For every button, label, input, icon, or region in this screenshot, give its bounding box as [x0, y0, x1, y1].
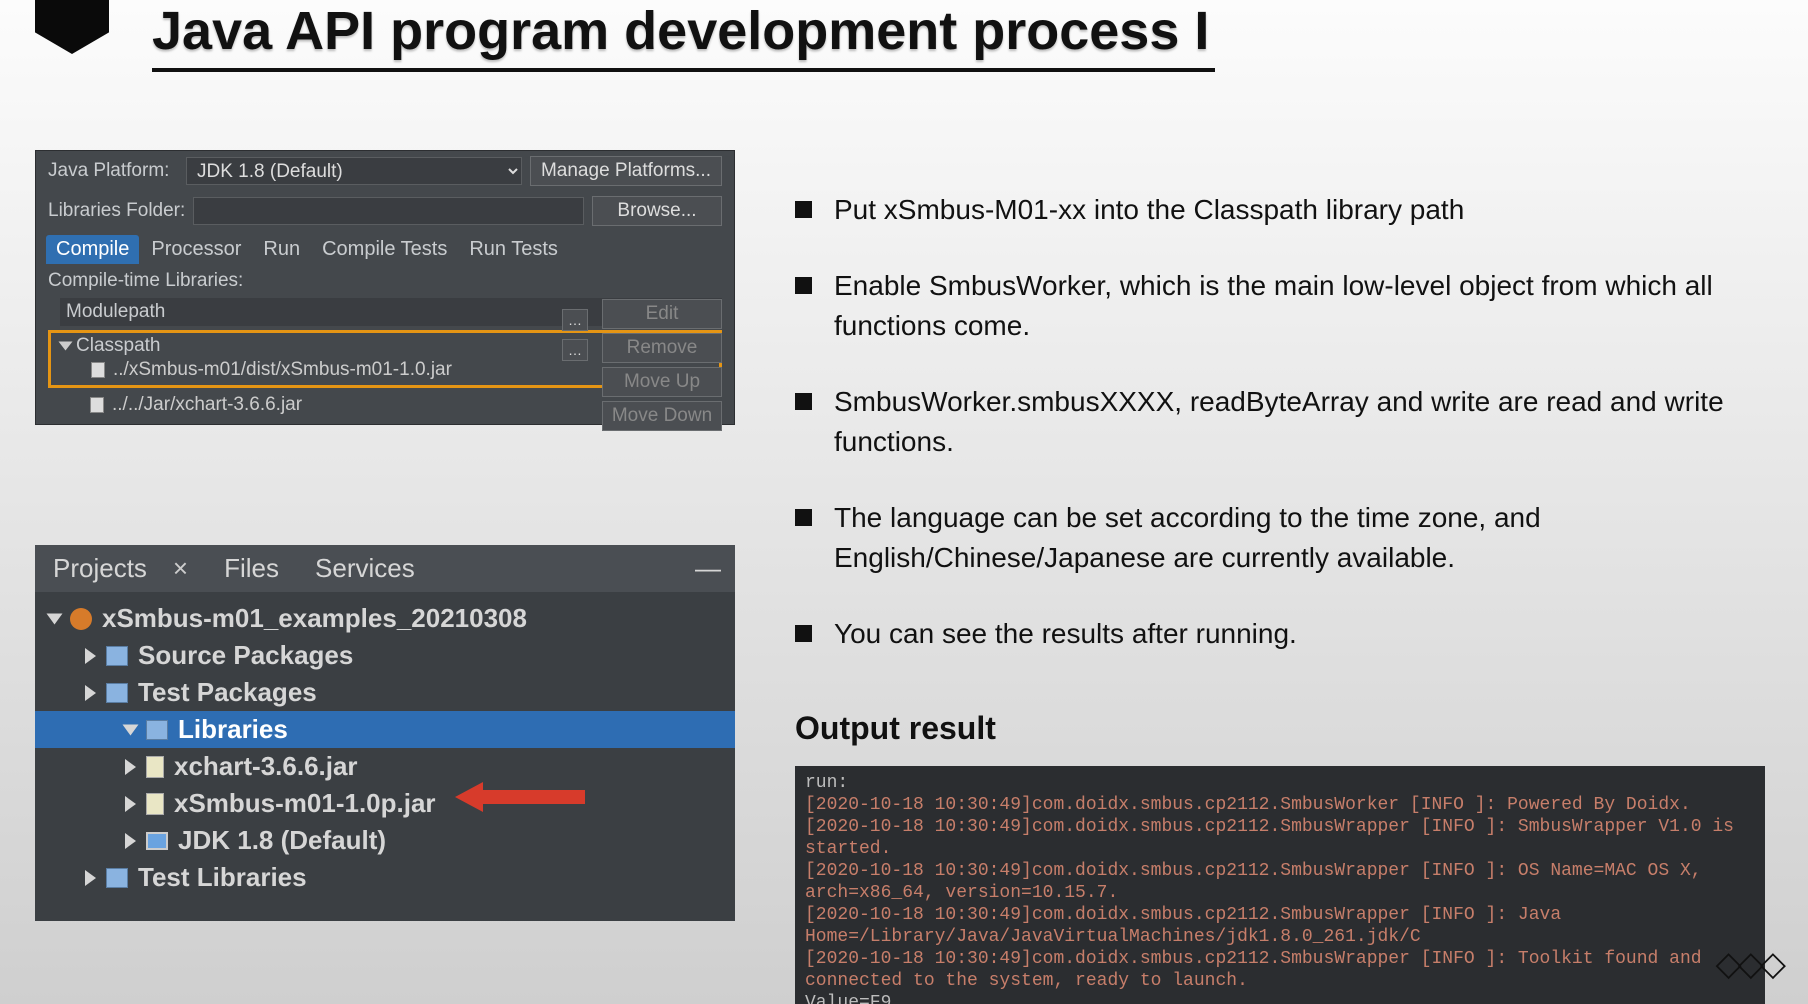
- projects-panel: Projects× Files Services — xSmbus-m01_ex…: [35, 545, 735, 921]
- java-platform-select[interactable]: JDK 1.8 (Default): [186, 157, 522, 185]
- square-bullet-icon: [795, 509, 812, 526]
- chevron-right-icon: [125, 833, 136, 849]
- library-icon: [106, 868, 128, 888]
- projects-tabs: Projects× Files Services —: [35, 545, 735, 592]
- console-line: [2020-10-18 10:30:49]com.doidx.smbus.cp2…: [805, 904, 1755, 948]
- tab-run-tests[interactable]: Run Tests: [459, 235, 568, 264]
- browse-button[interactable]: Browse...: [592, 196, 722, 226]
- chevron-down-icon: [123, 724, 139, 735]
- more-button[interactable]: …: [562, 339, 588, 361]
- chevron-right-icon: [125, 759, 136, 775]
- tab-compile-tests[interactable]: Compile Tests: [312, 235, 457, 264]
- jar-icon: [146, 793, 164, 815]
- move-up-button[interactable]: Move Up: [602, 367, 722, 397]
- console-line: [2020-10-18 10:30:49]com.doidx.smbus.cp2…: [805, 860, 1755, 904]
- library-jar-node[interactable]: xSmbus-m01-1.0p.jar: [41, 785, 729, 822]
- more-button[interactable]: …: [562, 309, 588, 331]
- square-bullet-icon: [795, 201, 812, 218]
- square-bullet-icon: [795, 625, 812, 642]
- library-icon: [146, 720, 168, 740]
- minimize-icon[interactable]: —: [681, 545, 735, 592]
- libraries-folder-input[interactable]: [193, 197, 584, 225]
- title-badge-icon: [35, 0, 109, 54]
- expand-icon: [59, 341, 73, 350]
- jar-icon: [90, 397, 104, 413]
- callout-arrow-icon: [455, 780, 585, 814]
- java-platform-label: Java Platform:: [48, 160, 178, 182]
- chevron-right-icon: [85, 685, 96, 701]
- library-jar-node[interactable]: xchart-3.6.6.jar: [41, 748, 729, 785]
- jdk-node[interactable]: JDK 1.8 (Default): [41, 822, 729, 859]
- bullet-item: SmbusWorker.smbusXXXX, readByteArray and…: [795, 382, 1748, 462]
- console-line: run:: [805, 772, 1755, 794]
- tab-processor[interactable]: Processor: [141, 235, 251, 264]
- libraries-folder-label: Libraries Folder:: [48, 200, 185, 222]
- tab-files[interactable]: Files: [206, 545, 297, 592]
- slide: Java API program development process I J…: [0, 0, 1808, 1004]
- console-line: [2020-10-18 10:30:49]com.doidx.smbus.cp2…: [805, 948, 1755, 992]
- chevron-right-icon: [85, 648, 96, 664]
- bullet-item: The language can be set according to the…: [795, 498, 1748, 578]
- tab-projects[interactable]: Projects: [35, 545, 165, 592]
- move-down-button[interactable]: Move Down: [602, 401, 722, 431]
- manage-platforms-button[interactable]: Manage Platforms...: [530, 156, 722, 186]
- bullet-item: You can see the results after running.: [795, 614, 1748, 654]
- source-packages-node[interactable]: Source Packages: [41, 637, 729, 674]
- output-result-heading: Output result: [795, 710, 996, 747]
- console-line: [2020-10-18 10:30:49]com.doidx.smbus.cp2…: [805, 794, 1755, 816]
- bullet-list: Put xSmbus-M01-xx into the Classpath lib…: [795, 190, 1748, 690]
- jar-icon: [91, 362, 105, 378]
- close-icon[interactable]: ×: [155, 545, 206, 592]
- chevron-right-icon: [125, 796, 136, 812]
- java-project-icon: [70, 608, 92, 630]
- console-output: run: [2020-10-18 10:30:49]com.doidx.smbu…: [795, 766, 1765, 1004]
- package-icon: [106, 683, 128, 703]
- remove-button[interactable]: Remove: [602, 333, 722, 363]
- square-bullet-icon: [795, 277, 812, 294]
- console-line: [2020-10-18 10:30:49]com.doidx.smbus.cp2…: [805, 816, 1755, 860]
- tab-services[interactable]: Services: [297, 545, 433, 592]
- compile-time-libraries-label: Compile-time Libraries:: [48, 270, 722, 292]
- project-root-node[interactable]: xSmbus-m01_examples_20210308: [41, 600, 729, 637]
- package-icon: [106, 646, 128, 666]
- console-line: Value=F9: [805, 992, 1755, 1004]
- jar-icon: [146, 756, 164, 778]
- classpath-buttons: Edit Remove Move Up Move Down: [602, 299, 722, 431]
- bullet-item: Put xSmbus-M01-xx into the Classpath lib…: [795, 190, 1748, 230]
- settings-tabs: Compile Processor Run Compile Tests Run …: [36, 231, 734, 264]
- libraries-node[interactable]: Libraries: [35, 711, 735, 748]
- test-libraries-node[interactable]: Test Libraries: [41, 859, 729, 896]
- edit-button[interactable]: Edit: [602, 299, 722, 329]
- bullet-item: Enable SmbusWorker, which is the main lo…: [795, 266, 1748, 346]
- tab-run[interactable]: Run: [253, 235, 310, 264]
- footer-deco-icon: ◇◇◇: [1716, 944, 1782, 984]
- jdk-icon: [146, 832, 168, 850]
- chevron-right-icon: [85, 870, 96, 886]
- tab-compile[interactable]: Compile: [46, 235, 139, 264]
- square-bullet-icon: [795, 393, 812, 410]
- slide-title: Java API program development process I: [152, 0, 1215, 72]
- test-packages-node[interactable]: Test Packages: [41, 674, 729, 711]
- classpath-settings-panel: Java Platform: JDK 1.8 (Default) Manage …: [35, 150, 735, 425]
- chevron-down-icon: [47, 613, 63, 624]
